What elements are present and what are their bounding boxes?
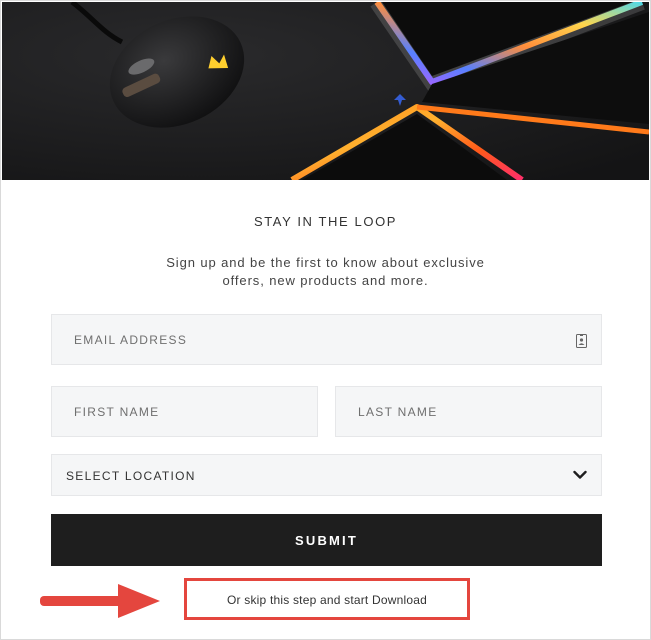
modal-subtitle: Sign up and be the first to know about e… <box>122 254 529 290</box>
modal-title: STAY IN THE LOOP <box>253 214 398 229</box>
skip-download-link[interactable]: Or skip this step and start Download <box>187 593 467 607</box>
hero-banner-image <box>2 2 649 180</box>
subtitle-line-1: Sign up and be the first to know about e… <box>166 255 485 270</box>
email-input[interactable] <box>52 315 601 364</box>
location-select[interactable]: SELECT LOCATION <box>51 454 602 496</box>
location-selected-value: SELECT LOCATION <box>66 469 196 483</box>
first-name-input[interactable] <box>52 387 317 436</box>
modal-content: STAY IN THE LOOP Sign up and be the firs… <box>2 180 649 638</box>
subtitle-line-2: offers, new products and more. <box>222 273 429 288</box>
skip-highlight-box: Or skip this step and start Download <box>184 578 470 620</box>
right-arrow-icon <box>40 582 162 627</box>
last-name-input[interactable] <box>336 387 601 436</box>
contact-card-icon <box>576 334 587 351</box>
submit-button[interactable]: SUBMIT <box>51 514 602 566</box>
chevron-down-icon <box>573 469 587 483</box>
first-name-field[interactable] <box>51 386 318 437</box>
email-field[interactable] <box>51 314 602 365</box>
last-name-field[interactable] <box>335 386 602 437</box>
